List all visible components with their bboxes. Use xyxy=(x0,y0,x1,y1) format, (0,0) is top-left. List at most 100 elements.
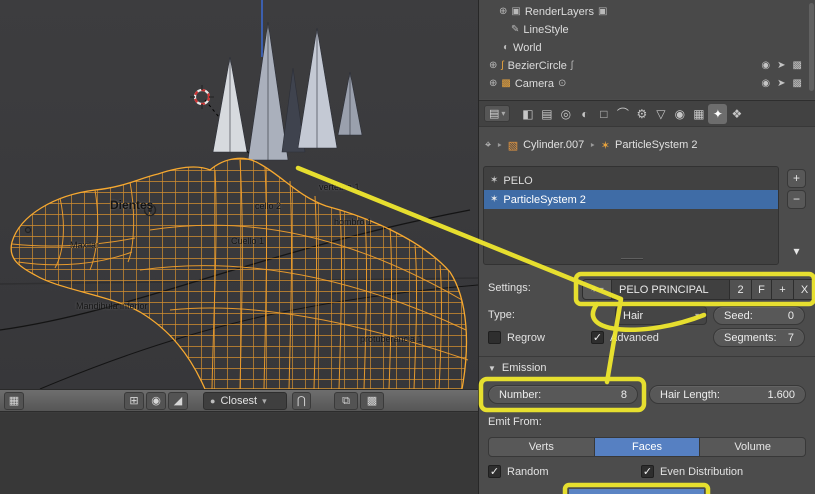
particles-icon: ✶ xyxy=(601,139,610,152)
cursor-arrow-icon[interactable]: ➤ xyxy=(777,60,785,71)
type-dropdown[interactable]: Hair ▾ xyxy=(615,306,707,325)
pin-icon[interactable]: ⌖ xyxy=(485,139,491,152)
advanced-checkbox[interactable]: ✓ xyxy=(591,331,604,344)
number-stepper[interactable]: Number: 8 xyxy=(488,385,638,404)
faces-button[interactable]: Faces xyxy=(595,437,701,457)
outliner-item-label[interactable]: RenderLayers xyxy=(525,6,594,18)
settings-name-field[interactable]: PELO PRINCIPAL xyxy=(612,279,730,300)
volume-button[interactable]: Volume xyxy=(700,437,806,457)
outliner-item-label[interactable]: World xyxy=(513,42,542,54)
outliner-row[interactable]: ✎ LineStyle xyxy=(479,21,804,38)
tab-material[interactable]: ◉ xyxy=(670,104,689,124)
viewport-header: ▦ ⊞ ◉ ◢ ● Closest ▾ ⋂ ⧉ ▩ xyxy=(0,389,478,412)
snap-element-dropdown[interactable]: ● Closest ▾ xyxy=(203,392,287,410)
pivot-icon-button[interactable]: ⊞ xyxy=(124,392,144,410)
new-settings-button[interactable]: + xyxy=(772,279,794,300)
tab-particles[interactable]: ✦ xyxy=(708,104,727,124)
particles-icon: ✶ xyxy=(590,284,598,295)
outliner-row[interactable]: ◐ World xyxy=(479,39,804,56)
hair-length-stepper[interactable]: Hair Length: 1.600 xyxy=(649,385,806,404)
list-resize-grip[interactable] xyxy=(621,258,643,260)
manipulator-icon-button[interactable]: ◉ xyxy=(146,392,166,410)
number-label: Number: xyxy=(499,389,541,401)
emission-panel-header[interactable]: ▼ Emission xyxy=(488,362,547,374)
outliner-item-label[interactable]: Camera xyxy=(515,78,554,90)
even-distribution-label: Even Distribution xyxy=(660,466,743,478)
cursor-arrow-icon[interactable]: ➤ xyxy=(777,78,785,89)
segments-stepper[interactable]: Segments: 7 xyxy=(713,328,805,347)
expand-icon[interactable]: ⊕ xyxy=(489,60,497,71)
breadcrumb-object-name[interactable]: Cylinder.007 xyxy=(523,139,584,151)
editor-type-button[interactable]: ▦ xyxy=(4,392,24,410)
outliner-row[interactable]: ⊕ ▩ Camera ⊙ xyxy=(479,75,804,92)
fake-user-button[interactable]: F xyxy=(752,279,772,300)
eye-icon[interactable]: ◉ xyxy=(761,78,770,89)
texture-icon: ▦ xyxy=(693,107,704,121)
wrench-icon: ⚙ xyxy=(637,107,648,121)
bone-label: Maxilar xyxy=(70,240,99,250)
properties-panel: ⊕ ▣ RenderLayers ▣ ✎ LineStyle ◐ World ⊕… xyxy=(478,0,815,494)
mesh-data-icon: ▽ xyxy=(656,107,665,121)
seed-stepper[interactable]: Seed: 0 xyxy=(713,306,805,325)
chevron-down-icon: ▾ xyxy=(501,109,505,118)
3d-viewport[interactable]: Dientes Maxilar Mandibula inferior Cuell… xyxy=(0,0,478,389)
3d-cursor xyxy=(190,85,214,109)
curve-icon: ʃ xyxy=(501,60,503,71)
expand-icon[interactable]: ⊕ xyxy=(489,78,497,89)
advanced-checkbox-row[interactable]: ✓ Advanced xyxy=(591,331,659,344)
outliner-item-label[interactable]: LineStyle xyxy=(523,24,568,36)
random-checkbox-row[interactable]: ✓ Random xyxy=(488,465,549,478)
tab-scene[interactable]: ◎ xyxy=(556,104,575,124)
regrow-checkbox-row[interactable]: Regrow xyxy=(488,331,545,344)
specials-menu-button[interactable]: ▾ xyxy=(787,243,806,262)
breadcrumb: ⌖ ‣ ▧ Cylinder.007 ‣ ✶ ParticleSystem 2 xyxy=(485,134,698,156)
breadcrumb-particle-system[interactable]: ParticleSystem 2 xyxy=(615,139,698,151)
lower-editor-area xyxy=(0,413,478,494)
outliner-row[interactable]: ⊕ ▣ RenderLayers ▣ xyxy=(479,3,804,20)
tab-render[interactable]: ◧ xyxy=(518,104,537,124)
tab-modifiers[interactable]: ⚙ xyxy=(632,104,651,124)
outliner-scrollbar[interactable] xyxy=(809,3,814,91)
tab-physics[interactable]: ❖ xyxy=(727,104,746,124)
snap-toggle-button[interactable]: ◢ xyxy=(168,392,188,410)
properties-editor-selector[interactable]: ▤ ▾ xyxy=(484,105,510,122)
tab-object-data[interactable]: ▽ xyxy=(651,104,670,124)
render-restrict-icon[interactable]: ▩ xyxy=(793,78,802,89)
unlink-settings-button[interactable]: X xyxy=(794,279,815,300)
render-opengl-anim-button[interactable]: ▩ xyxy=(360,392,384,410)
triangle-down-icon: ▼ xyxy=(488,364,496,373)
outliner-item-label[interactable]: BezierCircle xyxy=(508,60,567,72)
world-icon: ◐ xyxy=(581,107,588,121)
scene-icon: ◎ xyxy=(561,107,571,121)
cube-icon: ▧ xyxy=(508,139,518,152)
number-value: 8 xyxy=(621,389,627,401)
eye-icon[interactable]: ◉ xyxy=(761,60,770,71)
tab-texture[interactable]: ▦ xyxy=(689,104,708,124)
segments-value: 7 xyxy=(788,332,794,344)
users-count-button[interactable]: 2 xyxy=(730,279,752,300)
browse-settings-button[interactable]: ✶ ▾ xyxy=(582,279,612,300)
magnet-icon-button[interactable]: ⋂ xyxy=(292,392,311,410)
hair-length-label: Hair Length: xyxy=(660,389,720,401)
tab-render-layers[interactable]: ▤ xyxy=(537,104,556,124)
expand-icon[interactable]: ⊕ xyxy=(499,6,507,17)
camera-data-icon: ⊙ xyxy=(558,78,566,89)
verts-button[interactable]: Verts xyxy=(488,437,595,457)
random-checkbox[interactable]: ✓ xyxy=(488,465,501,478)
even-distribution-checkbox[interactable]: ✓ xyxy=(641,465,654,478)
list-item[interactable]: ✶ PELO xyxy=(484,171,778,190)
add-particle-system-button[interactable]: + xyxy=(787,169,806,188)
snap-element-value: Closest xyxy=(220,395,257,407)
tab-constraints[interactable]: ⌒ xyxy=(613,104,632,124)
properties-icon: ▤ xyxy=(489,107,499,120)
tab-world[interactable]: ◐ xyxy=(575,104,594,124)
tab-object[interactable]: □ xyxy=(594,104,613,124)
list-item-selected[interactable]: ✶ ParticleSystem 2 xyxy=(484,190,778,209)
render-restrict-icon[interactable]: ▩ xyxy=(793,60,802,71)
render-opengl-button[interactable]: ⧉ xyxy=(334,392,358,410)
outliner-row[interactable]: ⊕ ʃ BezierCircle ʃ xyxy=(479,57,804,74)
remove-particle-system-button[interactable]: − xyxy=(787,190,806,209)
regrow-checkbox[interactable] xyxy=(488,331,501,344)
even-distribution-checkbox-row[interactable]: ✓ Even Distribution xyxy=(641,465,743,478)
seed-label: Seed: xyxy=(724,310,753,322)
